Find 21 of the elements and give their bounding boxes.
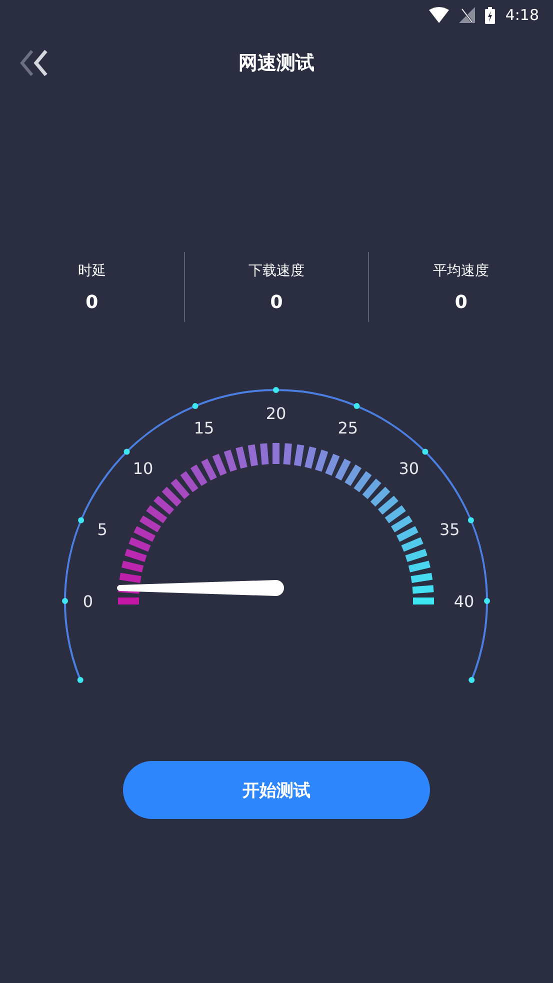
stat-label: 下载速度 — [248, 262, 304, 280]
scale-label: 5 — [97, 520, 108, 540]
status-time: 4:18 — [505, 6, 539, 24]
stat-value: 0 — [270, 292, 283, 312]
page-title: 网速测试 — [238, 51, 314, 76]
no-signal-icon — [459, 7, 476, 23]
start-test-button[interactable]: 开始测试 — [123, 761, 430, 819]
scale-label: 20 — [266, 404, 286, 423]
wifi-icon — [429, 7, 450, 23]
scale-label: 10 — [132, 459, 154, 478]
scale-label: 25 — [338, 418, 358, 438]
stat-label: 平均速度 — [433, 262, 490, 280]
scale-label: 35 — [440, 520, 460, 540]
battery-icon — [485, 6, 496, 24]
stat-value: 0 — [454, 292, 468, 312]
scale-label: 40 — [454, 592, 474, 611]
stat-label: 时延 — [78, 262, 106, 280]
scale-label: 15 — [194, 418, 214, 438]
scale-label: 30 — [398, 459, 420, 478]
scale-label: 0 — [82, 592, 94, 611]
stat-value: 0 — [86, 292, 98, 312]
